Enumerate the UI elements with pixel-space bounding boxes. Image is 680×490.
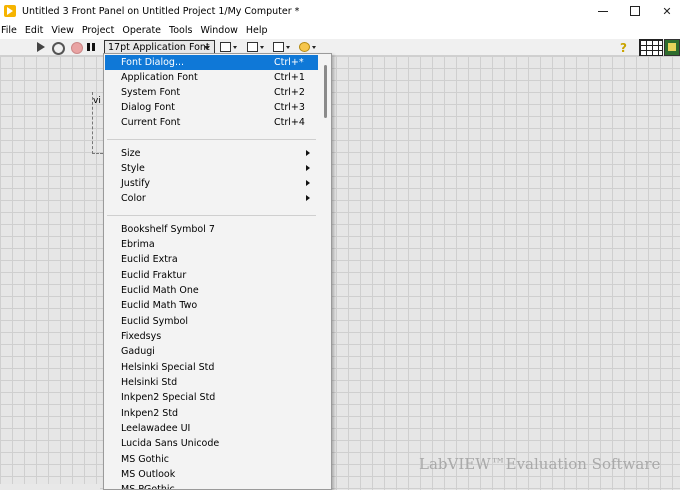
minimize-button[interactable]: [588, 0, 618, 22]
font-list-item[interactable]: Helsinki Special Std: [105, 360, 318, 375]
font-list-item[interactable]: MS Gothic: [105, 452, 318, 467]
menu-window[interactable]: Window: [196, 25, 241, 36]
submenu-arrow-icon: [306, 195, 310, 201]
submenu-arrow-icon: [306, 150, 310, 156]
font-list-item[interactable]: Euclid Symbol: [105, 314, 318, 329]
selection-border: [92, 92, 93, 154]
font-list-item[interactable]: Euclid Math Two: [105, 298, 318, 313]
submenu-arrow-icon: [306, 180, 310, 186]
close-button[interactable]: ✕: [652, 0, 680, 22]
menu-item-shortcut: Ctrl+*: [274, 57, 304, 68]
menu-separator: [107, 139, 316, 140]
menu-item-application-font[interactable]: Application Font Ctrl+1: [105, 70, 318, 85]
resize-objects-icon[interactable]: [272, 41, 290, 53]
run-continuously-icon[interactable]: [51, 41, 65, 55]
toolbar: 17pt Application Font ?: [0, 39, 680, 56]
font-list-item[interactable]: Gadugi: [105, 344, 318, 359]
menu-separator: [107, 215, 316, 216]
font-list-item[interactable]: Bookshelf Symbol 7: [105, 222, 318, 237]
font-list-item[interactable]: Leelawadee UI: [105, 421, 318, 436]
menu-scrollbar-thumb[interactable]: [324, 65, 327, 118]
menu-item-font-dialog[interactable]: Font Dialog... Ctrl+*: [105, 55, 318, 70]
menu-item-size[interactable]: Size: [105, 146, 318, 161]
font-list-item[interactable]: MS Outlook: [105, 467, 318, 482]
menu-edit[interactable]: Edit: [21, 25, 47, 36]
run-arrow-icon[interactable]: [36, 41, 46, 53]
menu-item-dialog-font[interactable]: Dialog Font Ctrl+3: [105, 100, 318, 115]
menu-scrollbar-track[interactable]: [321, 54, 331, 489]
menu-bar: File Edit View Project Operate Tools Win…: [0, 22, 680, 39]
menu-item-shortcut: Ctrl+3: [274, 102, 305, 113]
menu-view[interactable]: View: [47, 25, 78, 36]
menu-item-label: Application Font: [121, 72, 198, 83]
menu-item-label: Size: [121, 148, 141, 159]
menu-operate[interactable]: Operate: [118, 25, 165, 36]
font-list-item[interactable]: Inkpen2 Special Std: [105, 390, 318, 405]
maximize-button[interactable]: [620, 0, 650, 22]
menu-project[interactable]: Project: [78, 25, 119, 36]
menu-item-shortcut: Ctrl+2: [274, 87, 305, 98]
align-objects-icon[interactable]: [219, 41, 237, 53]
menu-tools[interactable]: Tools: [165, 25, 196, 36]
menu-item-label: Style: [121, 163, 145, 174]
status-strip: [0, 484, 100, 490]
window-title: Untitled 3 Front Panel on Untitled Proje…: [22, 5, 300, 17]
menu-item-color[interactable]: Color: [105, 191, 318, 206]
font-dropdown-menu: Font Dialog... Ctrl+* Application Font C…: [103, 53, 332, 490]
menu-help[interactable]: Help: [242, 25, 272, 36]
abort-execution-icon[interactable]: [70, 41, 83, 54]
connector-pane-icon[interactable]: [639, 39, 663, 56]
menu-file[interactable]: File: [0, 25, 21, 36]
font-list-item[interactable]: Ebrima: [105, 237, 318, 252]
font-list-item[interactable]: Euclid Extra: [105, 252, 318, 267]
text-settings-label: 17pt Application Font: [108, 42, 210, 53]
menu-item-justify[interactable]: Justify: [105, 176, 318, 191]
menu-item-label: Justify: [121, 178, 150, 189]
font-list-item[interactable]: MS PGothic: [105, 482, 318, 489]
font-list-item[interactable]: Euclid Math One: [105, 283, 318, 298]
context-help-icon[interactable]: ?: [620, 41, 627, 55]
chevron-down-icon: [204, 46, 210, 50]
labview-app-icon: [4, 5, 16, 17]
submenu-arrow-icon: [306, 165, 310, 171]
menu-item-label: Current Font: [121, 117, 181, 128]
vi-icon[interactable]: [664, 39, 680, 56]
font-list-item[interactable]: Fixedsys: [105, 329, 318, 344]
distribute-objects-icon[interactable]: [246, 41, 264, 53]
menu-item-current-font[interactable]: Current Font Ctrl+4: [105, 115, 318, 130]
font-list-item[interactable]: Lucida Sans Unicode: [105, 436, 318, 451]
menu-item-label: Dialog Font: [121, 102, 175, 113]
title-bar: Untitled 3 Front Panel on Untitled Proje…: [0, 0, 680, 22]
menu-item-shortcut: Ctrl+4: [274, 117, 305, 128]
menu-item-shortcut: Ctrl+1: [274, 72, 305, 83]
menu-item-system-font[interactable]: System Font Ctrl+2: [105, 85, 318, 100]
menu-item-style[interactable]: Style: [105, 161, 318, 176]
object-label-fragment: vi: [93, 96, 101, 106]
menu-item-label: Font Dialog...: [121, 57, 185, 68]
font-list-item[interactable]: Helsinki Std: [105, 375, 318, 390]
reorder-icon[interactable]: [298, 41, 316, 53]
menu-item-label: Color: [121, 193, 146, 204]
font-list-item[interactable]: Euclid Fraktur: [105, 268, 318, 283]
pause-icon[interactable]: [86, 41, 96, 53]
evaluation-watermark: LabVIEW™Evaluation Software: [419, 455, 661, 473]
menu-item-label: System Font: [121, 87, 181, 98]
font-list-item[interactable]: Inkpen2 Std: [105, 406, 318, 421]
front-panel-canvas[interactable]: [0, 56, 680, 490]
selection-border: [92, 153, 103, 154]
